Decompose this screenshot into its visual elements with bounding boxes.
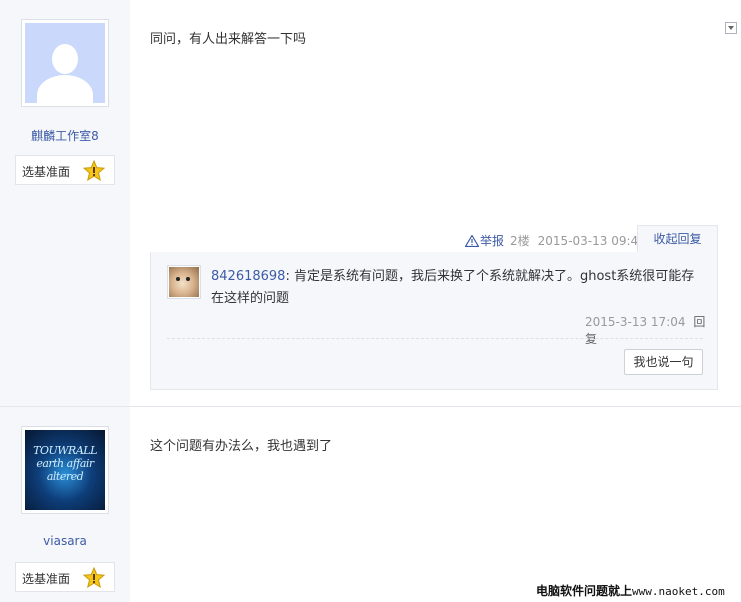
- watermark-url: www.naoket.com: [632, 585, 725, 598]
- author-sidebar: 麒麟工作室8 选基准面: [0, 0, 130, 406]
- reply-item: 842618698: 肯定是系统有问题，我后来换了个系统就解决了。ghost系统…: [211, 266, 701, 310]
- reply-list: 842618698: 肯定是系统有问题，我后来换了个系统就解决了。ghost系统…: [150, 252, 718, 390]
- author-username[interactable]: 麒麟工作室8: [0, 127, 130, 144]
- star-exclamation-icon: [83, 567, 105, 589]
- report-label: 举报: [480, 234, 505, 248]
- reply-username[interactable]: 842618698: [211, 269, 285, 284]
- avatar-image: TOUWRALL earth affair altered: [25, 430, 105, 510]
- author-username[interactable]: viasara: [0, 534, 130, 548]
- member-badge[interactable]: 选基准面: [15, 155, 115, 185]
- post-content: 这个问题有办法么，我也遇到了: [150, 439, 333, 454]
- warning-triangle-icon: [465, 234, 479, 247]
- site-watermark: 电脑软件问题就上www.naoket.com: [536, 582, 725, 599]
- reply-divider: [167, 338, 703, 339]
- avatar-art-text: TOUWRALL earth affair altered: [33, 444, 97, 483]
- add-comment-button[interactable]: 我也说一句: [624, 349, 703, 375]
- avatar[interactable]: TOUWRALL earth affair altered: [21, 426, 109, 514]
- member-badge[interactable]: 选基准面: [15, 562, 115, 592]
- report-link[interactable]: 举报: [465, 232, 504, 249]
- reply-separator: :: [285, 269, 290, 284]
- post-meta: 举报 2楼 2015-03-13 09:45: [465, 232, 646, 249]
- post-content: 同问，有人出来解答一下吗: [150, 32, 307, 47]
- star-exclamation-icon: [83, 160, 105, 182]
- author-sidebar: TOUWRALL earth affair altered viasara 选基…: [0, 407, 130, 602]
- default-avatar-icon: [25, 23, 105, 103]
- caret-down-icon[interactable]: [725, 22, 737, 34]
- reply-meta: 2015-3-13 17:04 回复: [585, 313, 717, 347]
- badge-label: 选基准面: [22, 165, 71, 179]
- badge-label: 选基准面: [22, 572, 71, 586]
- reply-avatar[interactable]: [167, 265, 201, 299]
- post-floor-2: 麒麟工作室8 选基准面 同问，有人出来解答一下吗 举报 2楼 2015-03-1…: [0, 0, 741, 406]
- floor-number: 2楼: [510, 234, 530, 248]
- post-floor-3: TOUWRALL earth affair altered viasara 选基…: [0, 407, 741, 602]
- watermark-label: 电脑软件问题就上: [536, 584, 633, 598]
- avatar[interactable]: [21, 19, 109, 107]
- reply-time: 2015-3-13 17:04: [585, 315, 686, 329]
- collapse-replies-button[interactable]: 收起回复: [637, 225, 718, 253]
- post-time: 2015-03-13 09:45: [537, 233, 646, 248]
